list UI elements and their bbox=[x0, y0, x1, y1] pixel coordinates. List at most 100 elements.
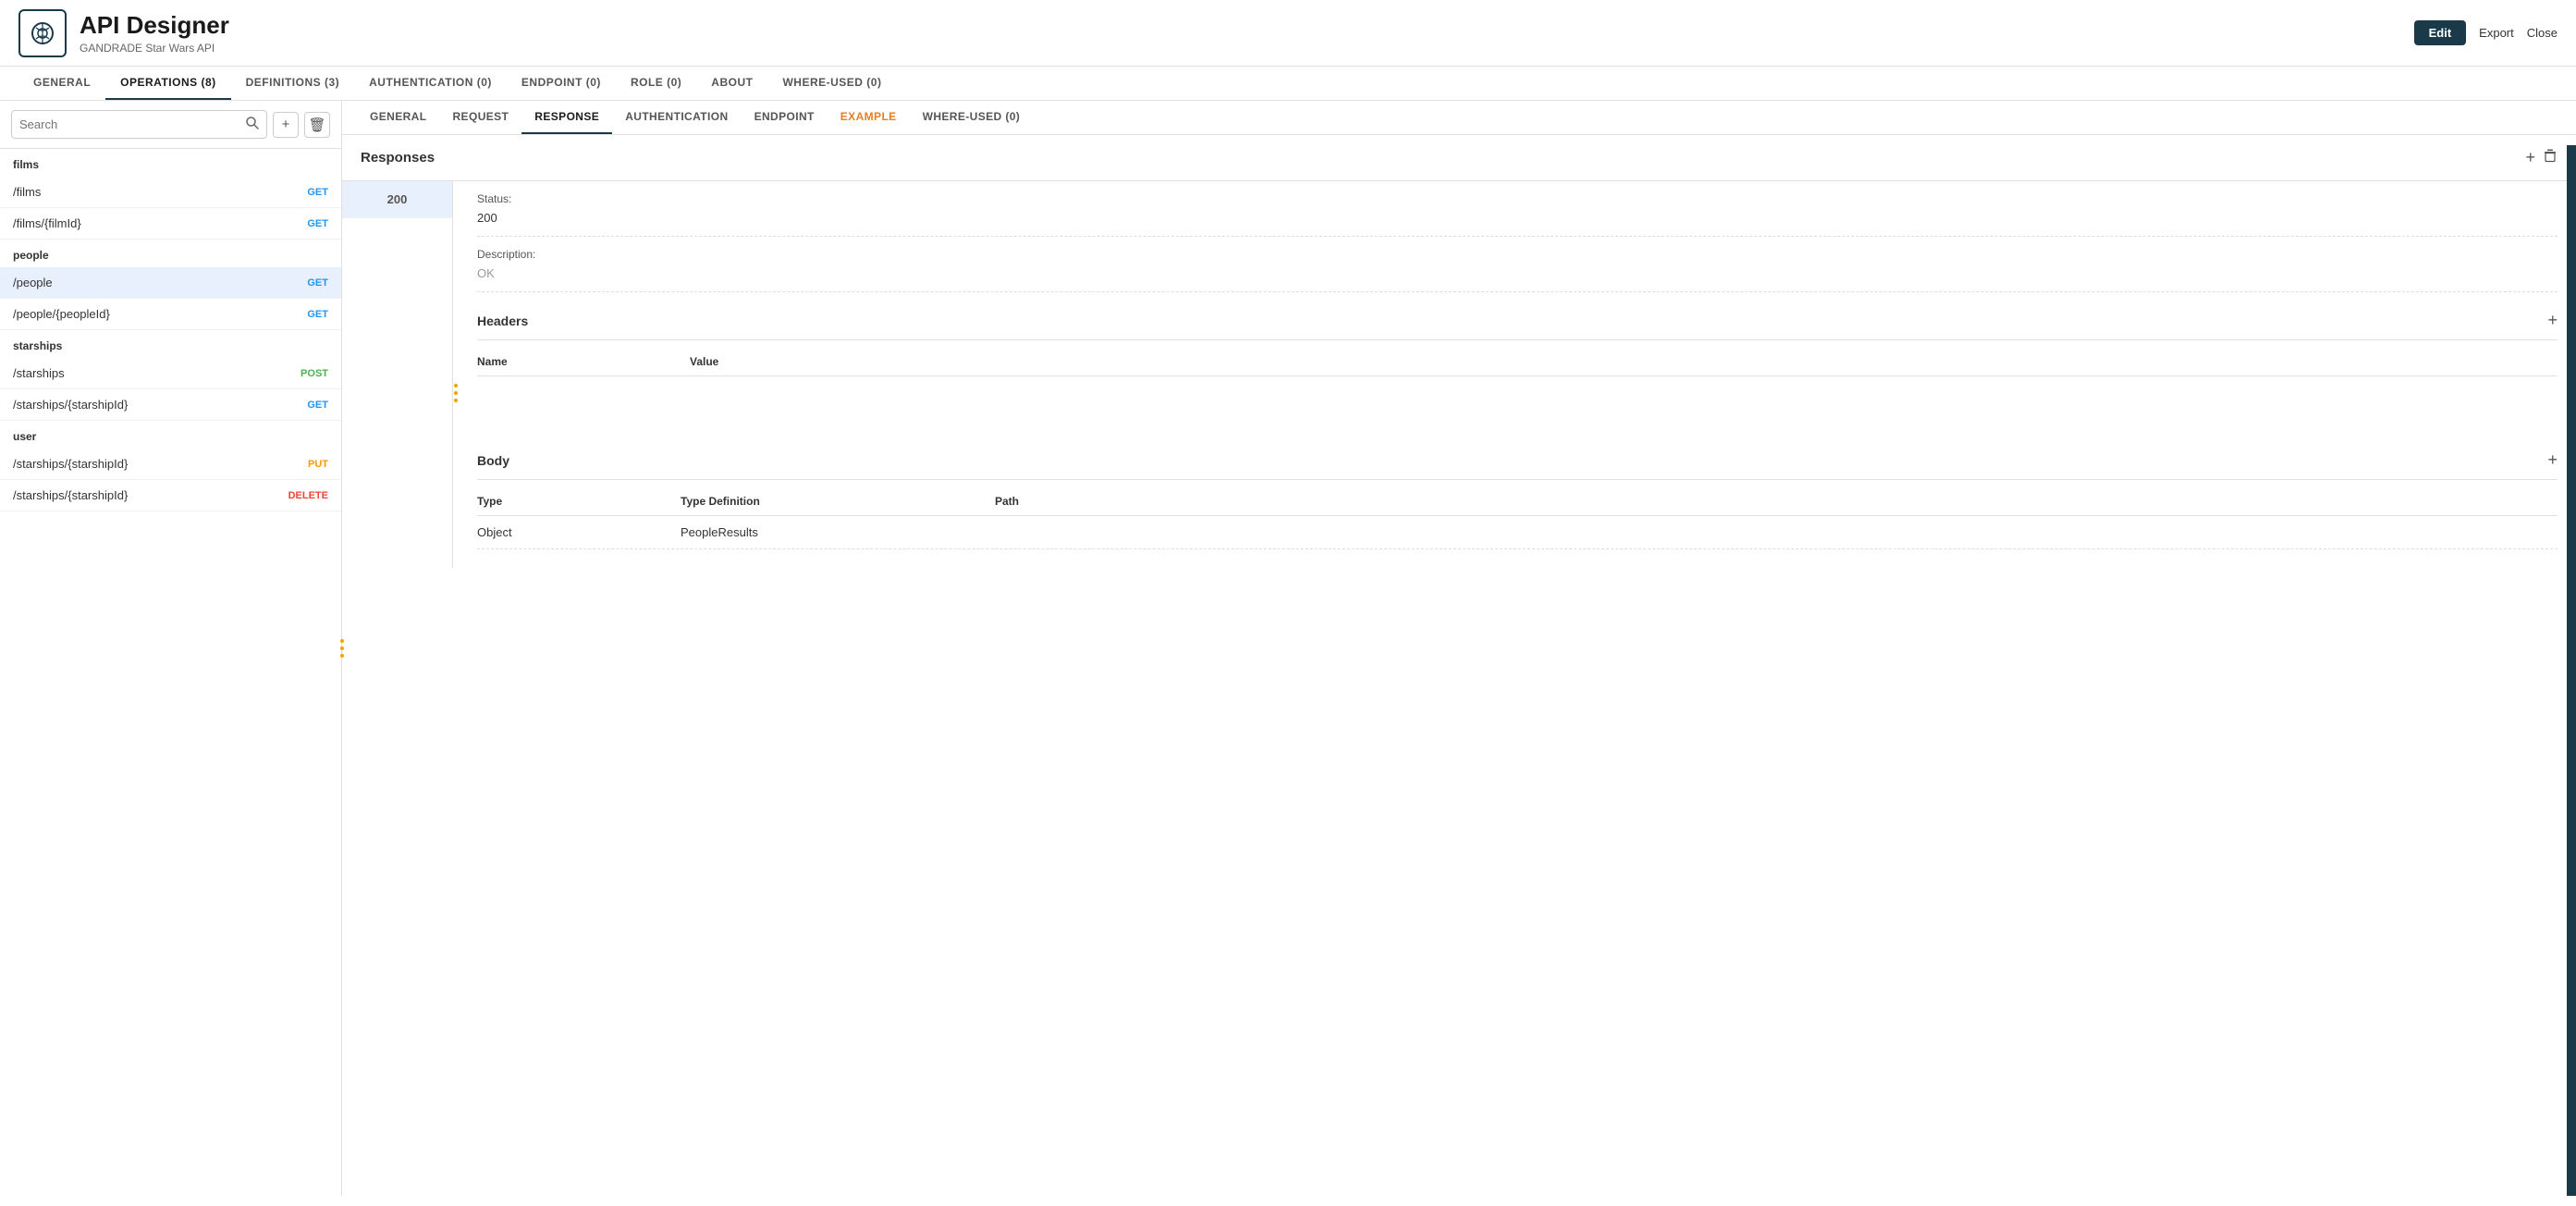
body-section-header: Body + bbox=[477, 450, 2558, 480]
body-typedef-cell: PeopleResults bbox=[681, 525, 995, 539]
edit-button[interactable]: Edit bbox=[2414, 20, 2467, 45]
resize-dot-2 bbox=[340, 646, 344, 650]
delete-operation-button[interactable]: 🗑 bbox=[304, 112, 330, 138]
path-people-id: /people/{peopleId} bbox=[13, 307, 110, 321]
h-dot-1 bbox=[454, 384, 458, 388]
add-response-button[interactable]: + bbox=[2525, 148, 2535, 167]
group-label-films: films bbox=[0, 149, 341, 177]
description-label: Description: bbox=[477, 248, 2558, 261]
nav-definitions[interactable]: DEFINITIONS (3) bbox=[231, 67, 355, 100]
add-body-button[interactable]: + bbox=[2547, 450, 2558, 470]
plus-icon: + bbox=[282, 117, 290, 132]
sidebar-item-people[interactable]: /people GET bbox=[0, 267, 341, 299]
close-button[interactable]: Close bbox=[2527, 26, 2558, 40]
search-input[interactable] bbox=[19, 117, 245, 131]
nav-role[interactable]: ROLE (0) bbox=[616, 67, 696, 100]
trash-icon: 🗑 bbox=[308, 117, 325, 133]
sidebar: + 🗑 films /films GET /films/{filmId} GET… bbox=[0, 101, 342, 1196]
sidebar-item-user-delete[interactable]: /starships/{starshipId} DELETE bbox=[0, 480, 341, 511]
group-label-user: user bbox=[0, 421, 341, 449]
main-layout: + 🗑 films /films GET /films/{filmId} GET… bbox=[0, 101, 2576, 1196]
status-value: 200 bbox=[477, 211, 2558, 225]
body-table-cols: Type Type Definition Path bbox=[477, 487, 2558, 516]
group-label-people: people bbox=[0, 240, 341, 267]
sidebar-item-people-id[interactable]: /people/{peopleId} GET bbox=[0, 299, 341, 330]
sidebar-item-films[interactable]: /films GET bbox=[0, 177, 341, 208]
vertical-resize-handle[interactable] bbox=[339, 101, 345, 1196]
sidebar-item-films-id[interactable]: /films/{filmId} GET bbox=[0, 208, 341, 240]
col-header-name: Name bbox=[477, 355, 690, 368]
right-scrollbar[interactable] bbox=[2567, 145, 2576, 1196]
tab-authentication[interactable]: AUTHENTICATION bbox=[612, 101, 741, 134]
method-films: GET bbox=[307, 187, 328, 198]
group-label-starships: starships bbox=[0, 330, 341, 358]
app-title: API Designer bbox=[80, 11, 229, 40]
delete-response-button[interactable] bbox=[2543, 148, 2558, 167]
tab-example[interactable]: EXAMPLE bbox=[828, 101, 910, 134]
headers-section: Headers + Name Value bbox=[477, 311, 2558, 432]
responses-actions: + bbox=[2525, 148, 2558, 167]
status-label: Status: bbox=[477, 192, 2558, 205]
content-area: GENERAL REQUEST RESPONSE AUTHENTICATION … bbox=[342, 101, 2576, 1196]
sidebar-item-user-put[interactable]: /starships/{starshipId} PUT bbox=[0, 449, 341, 480]
path-user-put: /starships/{starshipId} bbox=[13, 457, 128, 471]
path-user-delete: /starships/{starshipId} bbox=[13, 488, 128, 502]
body-row-0: Object PeopleResults bbox=[477, 516, 2558, 549]
horizontal-resize-handle[interactable] bbox=[453, 181, 459, 568]
method-starships-id-get: GET bbox=[307, 400, 328, 411]
search-input-wrap[interactable] bbox=[11, 110, 267, 139]
responses-title: Responses bbox=[361, 150, 435, 166]
search-icon-button[interactable] bbox=[245, 116, 259, 133]
tab-request[interactable]: REQUEST bbox=[439, 101, 521, 134]
path-films-id: /films/{filmId} bbox=[13, 216, 81, 230]
method-people: GET bbox=[307, 277, 328, 289]
resize-dot-1 bbox=[340, 639, 344, 643]
header-left: API Designer GANDRADE Star Wars API bbox=[18, 9, 229, 57]
export-button[interactable]: Export bbox=[2479, 26, 2514, 40]
header-right: Edit Export Close bbox=[2414, 20, 2558, 45]
add-header-button[interactable]: + bbox=[2547, 311, 2558, 330]
title-block: API Designer GANDRADE Star Wars API bbox=[80, 11, 229, 55]
tab-general[interactable]: GENERAL bbox=[357, 101, 439, 134]
method-starships: POST bbox=[301, 368, 328, 379]
tab-where-used[interactable]: WHERE-USED (0) bbox=[910, 101, 1034, 134]
method-people-id: GET bbox=[307, 309, 328, 320]
tab-endpoint[interactable]: ENDPOINT bbox=[742, 101, 828, 134]
tab-response[interactable]: RESPONSE bbox=[521, 101, 612, 134]
h-dot-3 bbox=[454, 399, 458, 402]
headers-section-header: Headers + bbox=[477, 311, 2558, 340]
sidebar-content: films /films GET /films/{filmId} GET peo… bbox=[0, 149, 341, 1196]
col-body-path: Path bbox=[995, 495, 2558, 508]
app-subtitle: GANDRADE Star Wars API bbox=[80, 42, 229, 55]
nav-about[interactable]: ABOUT bbox=[696, 67, 767, 100]
method-user-put: PUT bbox=[308, 459, 328, 470]
nav-authentication[interactable]: AUTHENTICATION (0) bbox=[354, 67, 507, 100]
description-field-row: Description: OK bbox=[477, 237, 2558, 292]
sidebar-item-starships-id[interactable]: /starships/{starshipId} GET bbox=[0, 389, 341, 421]
content-scroll: Responses + 200 bbox=[342, 135, 2576, 1196]
headers-table-cols: Name Value bbox=[477, 348, 2558, 376]
headers-title: Headers bbox=[477, 314, 528, 328]
col-body-type: Type bbox=[477, 495, 681, 508]
nav-endpoint[interactable]: ENDPOINT (0) bbox=[507, 67, 616, 100]
sidebar-item-starships[interactable]: /starships POST bbox=[0, 358, 341, 389]
path-films: /films bbox=[13, 185, 41, 199]
response-codes-col: 200 bbox=[342, 181, 453, 568]
h-dot-2 bbox=[454, 391, 458, 395]
nav-operations[interactable]: OPERATIONS (8) bbox=[105, 67, 230, 100]
path-starships-id: /starships/{starshipId} bbox=[13, 398, 128, 412]
body-title: Body bbox=[477, 453, 509, 468]
add-operation-button[interactable]: + bbox=[273, 112, 299, 138]
response-code-200[interactable]: 200 bbox=[342, 181, 452, 218]
body-section: Body + Type Type Definition Path Object … bbox=[477, 450, 2558, 549]
response-layout: 200 Status: 200 Des bbox=[342, 180, 2576, 568]
nav-general[interactable]: GENERAL bbox=[18, 67, 105, 100]
headers-empty-area bbox=[477, 376, 2558, 432]
col-body-typedef: Type Definition bbox=[681, 495, 995, 508]
top-nav: GENERAL OPERATIONS (8) DEFINITIONS (3) A… bbox=[0, 67, 2576, 101]
body-type-cell: Object bbox=[477, 525, 681, 539]
nav-where-used[interactable]: WHERE-USED (0) bbox=[767, 67, 896, 100]
path-people: /people bbox=[13, 276, 53, 289]
app-header: API Designer GANDRADE Star Wars API Edit… bbox=[0, 0, 2576, 67]
app-logo bbox=[18, 9, 67, 57]
